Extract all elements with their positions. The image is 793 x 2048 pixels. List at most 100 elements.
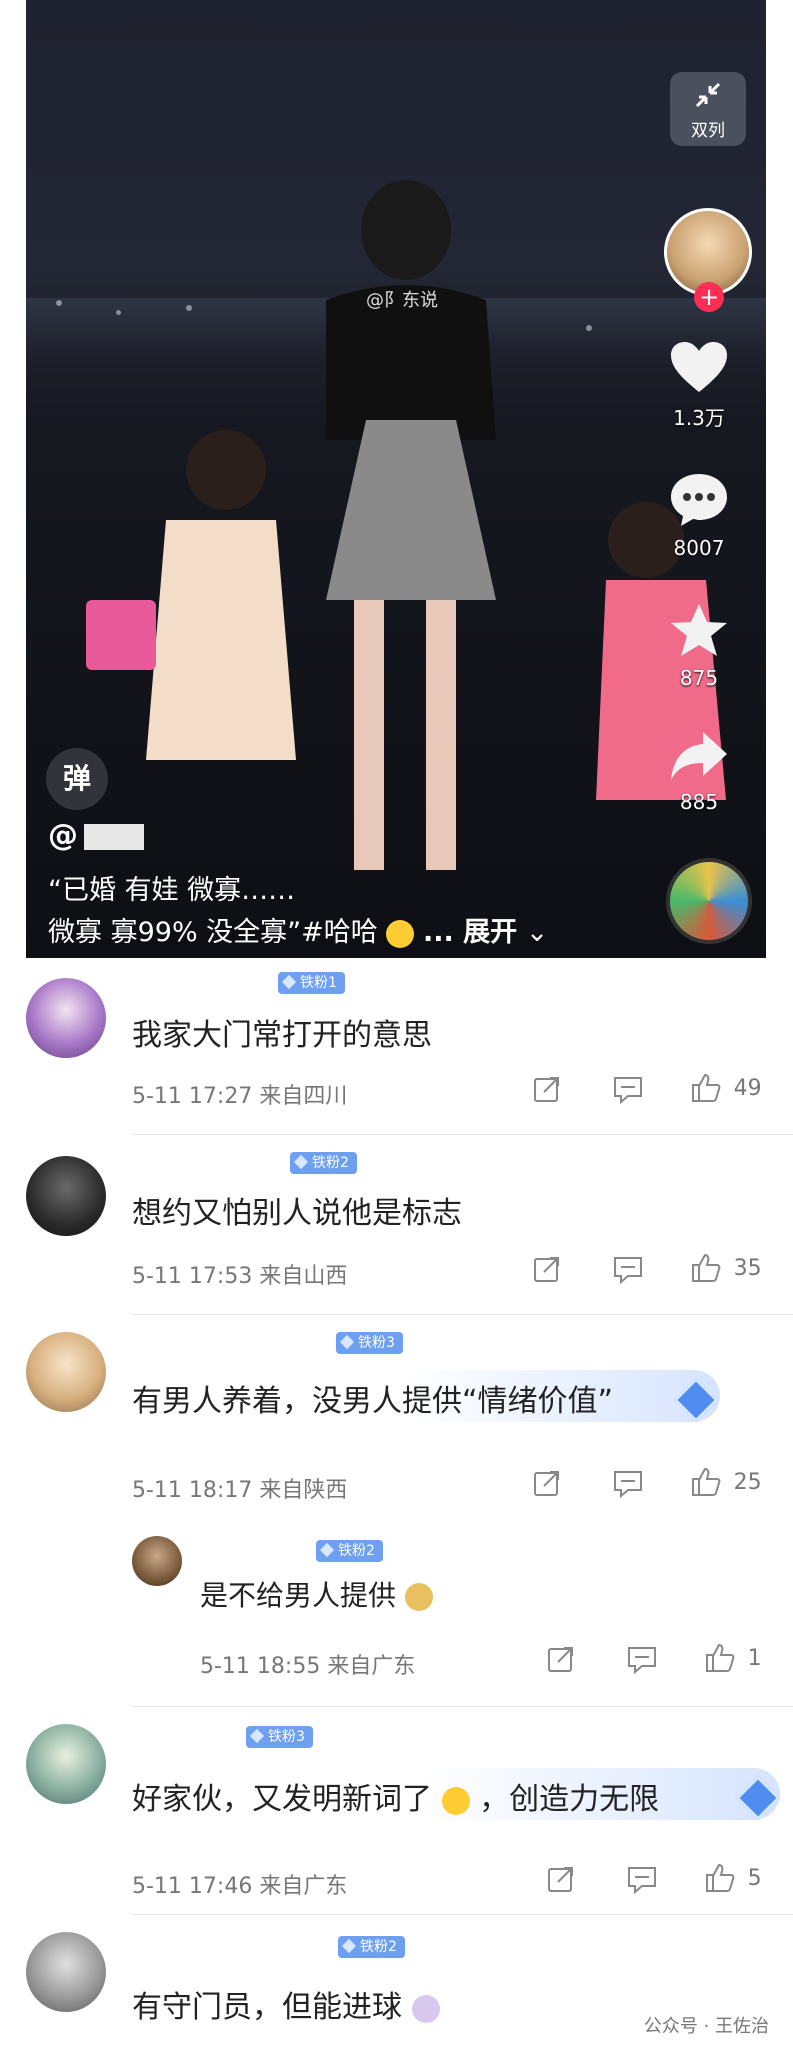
avatar[interactable] [26, 1932, 106, 2012]
like-count: 25 [733, 1469, 762, 1495]
shocked-emoji-icon [411, 1994, 440, 2023]
fan-badge: 铁粉2 [290, 1152, 357, 1174]
grin-emoji-icon [386, 919, 415, 948]
like-button[interactable]: 25 [690, 1466, 762, 1498]
repost-icon [534, 1471, 559, 1496]
caption-line-2-text: 微寡 寡99% 没全寡”#哈哈 [48, 917, 378, 948]
laugh-cry-emoji-icon [441, 1786, 470, 1815]
repost-button[interactable] [532, 1254, 562, 1284]
thumbs-up-icon [692, 1073, 721, 1102]
favorite-count: 875 [679, 666, 719, 690]
comment-text: 想约又怕别人说他是标志 [132, 1196, 462, 1231]
comment-text: 是不给男人提供 [200, 1574, 433, 1614]
reply-button[interactable] [612, 1074, 644, 1105]
like-count: 1.3万 [673, 406, 725, 430]
like-button[interactable]: 1.3万 [654, 340, 744, 431]
comment-text: 我家大门常打开的意思 [132, 1018, 432, 1053]
comment-bubble-icon [671, 474, 727, 526]
fan-badge: 铁粉2 [316, 1540, 383, 1562]
comment-icon [614, 1257, 642, 1285]
like-button[interactable]: 49 [690, 1072, 762, 1104]
reply-button[interactable] [626, 1864, 658, 1895]
compress-icon [695, 82, 721, 108]
comment-button[interactable]: 8007 [654, 472, 744, 560]
comment-meta: 5-11 18:17 来自陕西 [132, 1478, 348, 1503]
thumbs-up-icon [706, 1643, 735, 1672]
fan-badge: 铁粉3 [246, 1726, 313, 1748]
repost-icon [534, 1257, 559, 1282]
follow-plus-button[interactable]: + [694, 282, 724, 312]
comment-icon [628, 1647, 656, 1675]
share-count: 885 [679, 790, 719, 814]
comment-item: 铁粉2 想约又怕别人说他是标志 5-11 17:53 来自山西 35 [0, 1138, 793, 1318]
video-watermark: @阝东说 [366, 290, 438, 311]
reply-text: 是不给男人提供 [200, 1579, 397, 1612]
fan-badge: 铁粉2 [338, 1936, 405, 1958]
expand-caption-button[interactable]: ... 展开 [423, 917, 517, 948]
repost-icon [548, 1867, 573, 1892]
avatar[interactable] [26, 1332, 106, 1412]
comment-icon [628, 1867, 656, 1895]
dual-column-label: 双列 [691, 121, 725, 141]
reply-button[interactable] [612, 1468, 644, 1499]
comment-text-part: 好家伙，又发明新词了 [132, 1782, 432, 1817]
music-disc-icon[interactable] [666, 858, 752, 944]
divider [132, 1706, 793, 1707]
like-button[interactable]: 1 [704, 1642, 762, 1674]
like-button[interactable]: 5 [704, 1862, 762, 1894]
comment-item: 铁粉3 有男人养着，没男人提供“情绪价值” 5-11 18:17 来自陕西 25… [0, 1318, 793, 1708]
comment-item: 铁粉2 有守门员，但能进球 公众号 · 王佐治 [0, 1918, 793, 2048]
dual-column-button[interactable]: 双列 [670, 72, 746, 146]
divider [132, 1314, 793, 1315]
comment-text-part: 有守门员，但能进球 [132, 1990, 402, 2025]
like-count: 1 [747, 1645, 762, 1671]
comment-text: 有守门员，但能进球 [132, 1982, 440, 2026]
divider [132, 1914, 793, 1915]
account-watermark: 公众号 · 王佐治 [643, 2016, 769, 2037]
comment-icon [614, 1077, 642, 1105]
comment-count: 8007 [673, 536, 725, 560]
comment-meta: 5-11 17:46 来自广东 [132, 1874, 348, 1899]
thumbs-up-icon [706, 1863, 735, 1892]
video-author[interactable]: @ [48, 818, 144, 853]
repost-icon [548, 1647, 573, 1672]
caption-line-1: “已婚 有娃 微寡…… [48, 875, 296, 906]
comment-text-part: ，创造力无限 [479, 1782, 660, 1817]
fan-badge: 铁粉1 [278, 972, 345, 994]
like-count: 35 [733, 1255, 762, 1281]
danmu-toggle-button[interactable]: 弹 [46, 748, 108, 810]
author-handle: @ [48, 818, 78, 853]
comment-item: 铁粉1 我家大门常打开的意思 5-11 17:27 来自四川 49 [0, 958, 793, 1138]
doge-emoji-icon [404, 1583, 433, 1611]
video-player[interactable]: @阝东说 双列 + 1.3万 8007 875 885 弹 @ “已婚 有娃 微… [26, 0, 766, 958]
reply-button[interactable] [612, 1254, 644, 1285]
like-count: 5 [747, 1865, 762, 1891]
chevron-down-icon: ⌄ [525, 917, 549, 948]
comment-meta: 5-11 17:27 来自四川 [132, 1084, 348, 1109]
like-button[interactable]: 35 [690, 1252, 762, 1284]
comment-icon [614, 1471, 642, 1499]
author-name-redacted [84, 823, 144, 850]
comment-item: 铁粉3 好家伙，又发明新词了 ，创造力无限 5-11 17:46 来自广东 5 [0, 1708, 793, 1918]
comment-meta: 5-11 18:55 来自广东 [200, 1654, 416, 1679]
comment-meta: 5-11 17:53 来自山西 [132, 1264, 348, 1289]
share-button[interactable]: 885 [654, 730, 744, 814]
divider [132, 1134, 793, 1135]
star-icon [671, 604, 727, 656]
repost-button[interactable] [546, 1864, 576, 1894]
comment-text: 有男人养着，没男人提供“情绪价值” [132, 1384, 614, 1419]
repost-button[interactable] [546, 1644, 576, 1674]
heart-icon [671, 342, 727, 392]
reply-button[interactable] [626, 1644, 658, 1675]
repost-button[interactable] [532, 1074, 562, 1104]
avatar[interactable] [26, 978, 106, 1058]
favorite-button[interactable]: 875 [654, 602, 744, 690]
avatar[interactable] [26, 1724, 106, 1804]
repost-icon [534, 1077, 559, 1102]
avatar[interactable] [26, 1156, 106, 1236]
thumbs-up-icon [692, 1467, 721, 1496]
repost-button[interactable] [532, 1468, 562, 1498]
avatar[interactable] [132, 1536, 182, 1586]
caption-line-2: 微寡 寡99% 没全寡”#哈哈 ... 展开 ⌄ [48, 910, 548, 949]
thumbs-up-icon [692, 1253, 721, 1282]
